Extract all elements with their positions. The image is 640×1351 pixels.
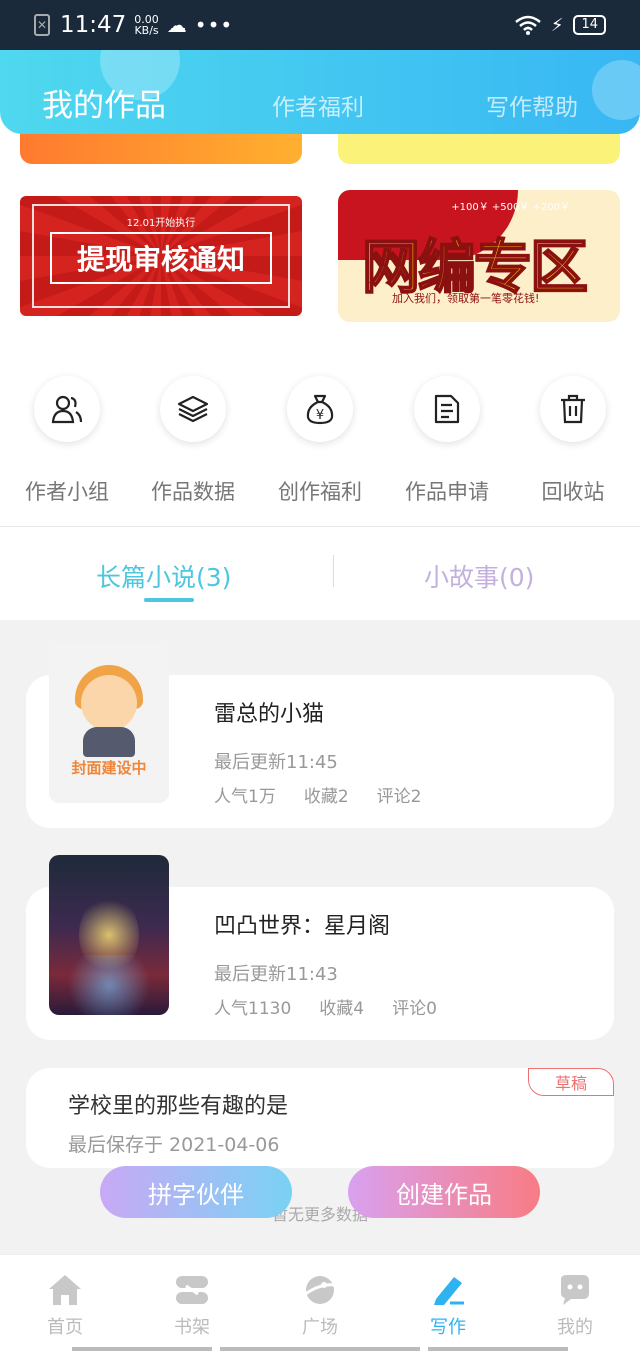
banner-withdraw-notice[interactable]: 12.01开始执行 提现审核通知 — [20, 196, 302, 316]
header-tab-author-benefits[interactable]: 作者福利 — [272, 88, 364, 122]
cover-illustration — [59, 955, 159, 1015]
work-application-button[interactable] — [414, 376, 480, 442]
banner-bonus: +100￥ +500￥ +200￥ — [451, 202, 570, 213]
create-work-button[interactable]: 创建作品 — [348, 1166, 540, 1218]
draft-title: 学校里的那些有趣的是 — [68, 1094, 289, 1119]
more-notifications-icon: ••• — [194, 13, 234, 37]
work-comments: 评论0 — [392, 999, 437, 1019]
pen-icon — [434, 1277, 464, 1305]
creation-benefits-label[interactable]: 创作福利 — [257, 476, 383, 506]
money-bag-icon: ¥ — [306, 394, 334, 425]
nav-home-label: 首页 — [47, 1317, 83, 1338]
nav-write[interactable]: 写作 — [398, 1255, 498, 1345]
tab-active-indicator — [144, 598, 194, 602]
close-notification-icon: ✕ — [34, 14, 50, 36]
svg-text:¥: ¥ — [316, 408, 324, 423]
work-title: 雷总的小猫 — [214, 702, 325, 727]
nav-square-label: 广场 — [302, 1317, 338, 1338]
status-bar: ✕ 11:47 0.00 KB/s ☁ ••• ⚡ 14 — [0, 0, 640, 50]
work-stats: 人气1130 收藏4 评论0 — [214, 994, 437, 1019]
home-indicator — [220, 1347, 420, 1351]
work-data-label[interactable]: 作品数据 — [130, 476, 256, 506]
cover-illustration — [83, 727, 135, 757]
nav-bookshelf[interactable]: 书架 — [142, 1255, 242, 1345]
nav-home[interactable]: 首页 — [15, 1255, 115, 1345]
bookshelf-icon — [176, 1276, 208, 1304]
banner-editor-sub: 加入我们，领取第一笔零花钱! — [392, 292, 540, 305]
cover-illustration — [81, 675, 137, 731]
network-speed-unit: KB/s — [134, 24, 159, 37]
draft-badge: 草稿 — [528, 1068, 614, 1096]
work-comments: 评论2 — [376, 787, 422, 807]
nav-mine-label: 我的 — [557, 1317, 593, 1338]
creation-benefits-button[interactable]: ¥ — [287, 376, 353, 442]
bottom-nav: 首页 书架 广场 写作 我的 — [0, 1254, 640, 1351]
recycle-bin-button[interactable] — [540, 376, 606, 442]
header-tab-writing-help[interactable]: 写作帮助 — [486, 88, 578, 122]
tab-separator — [333, 555, 334, 587]
planet-icon — [303, 1276, 337, 1304]
user-group-icon — [51, 395, 83, 424]
author-group-label[interactable]: 作者小组 — [4, 476, 130, 506]
work-stats: 人气1万 收藏2 评论2 — [214, 782, 421, 807]
banner-editor-zone[interactable]: +100￥ +500￥ +200￥ 网编专区 加入我们，领取第一笔零花钱! — [338, 190, 620, 322]
work-popularity: 人气1130 — [214, 999, 292, 1019]
work-favorites: 收藏2 — [303, 787, 349, 807]
home-indicator — [428, 1347, 568, 1351]
work-cover[interactable] — [49, 855, 169, 1015]
home-icon — [49, 1275, 81, 1305]
work-updated: 最后更新11:43 — [214, 964, 338, 985]
work-data-button[interactable] — [160, 376, 226, 442]
document-icon — [434, 394, 460, 424]
charging-icon: ⚡ — [550, 14, 564, 36]
wifi-icon — [515, 15, 541, 35]
work-application-label[interactable]: 作品申请 — [384, 476, 510, 506]
cloud-icon: ☁ — [166, 13, 187, 37]
chat-profile-icon — [561, 1275, 589, 1305]
trash-icon — [561, 394, 585, 424]
work-favorites: 收藏4 — [319, 999, 365, 1019]
section-divider — [0, 526, 640, 527]
header-title-my-works[interactable]: 我的作品 — [42, 80, 166, 125]
nav-bookshelf-label: 书架 — [174, 1317, 210, 1338]
nav-mine[interactable]: 我的 — [525, 1255, 625, 1345]
recycle-bin-label[interactable]: 回收站 — [510, 476, 636, 506]
work-updated: 最后更新11:45 — [214, 752, 338, 773]
work-cover[interactable]: 封面建设中 — [49, 643, 169, 803]
cover-placeholder-label: 封面建设中 — [71, 759, 147, 777]
draft-saved-date: 最后保存于 2021-04-06 — [68, 1134, 280, 1156]
status-time: 11:47 — [60, 12, 127, 38]
no-more-data: 暂无更多数据 — [271, 1205, 368, 1224]
nav-square[interactable]: 广场 — [270, 1255, 370, 1345]
home-indicator — [72, 1347, 212, 1351]
app-header: 我的作品 作者福利 写作帮助 — [0, 50, 640, 134]
tab-short-stories[interactable]: 小故事(0) — [424, 558, 534, 594]
layers-icon — [177, 395, 209, 423]
writing-partner-button[interactable]: 拼字伙伴 — [100, 1166, 292, 1218]
nav-write-label: 写作 — [430, 1317, 466, 1338]
header-bubble — [592, 60, 640, 120]
banner-notice-date: 12.01开始执行 — [126, 218, 196, 229]
banner-notice-title: 提现审核通知 — [50, 232, 272, 284]
work-title: 凹凸世界：星月阁 — [214, 914, 391, 939]
battery-indicator: 14 — [573, 15, 606, 35]
network-speed: 0.00 KB/s — [134, 14, 159, 36]
work-popularity: 人气1万 — [214, 787, 276, 807]
author-group-button[interactable] — [34, 376, 100, 442]
tab-long-novels[interactable]: 长篇小说(3) — [96, 558, 231, 594]
